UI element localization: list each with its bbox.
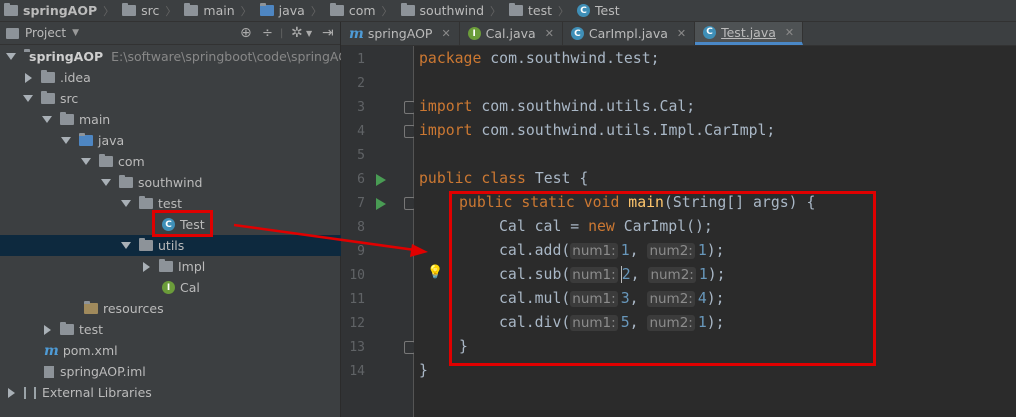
arrow-line (233, 223, 416, 252)
arrow-head (410, 244, 428, 257)
annotation-arrow (233, 223, 428, 257)
